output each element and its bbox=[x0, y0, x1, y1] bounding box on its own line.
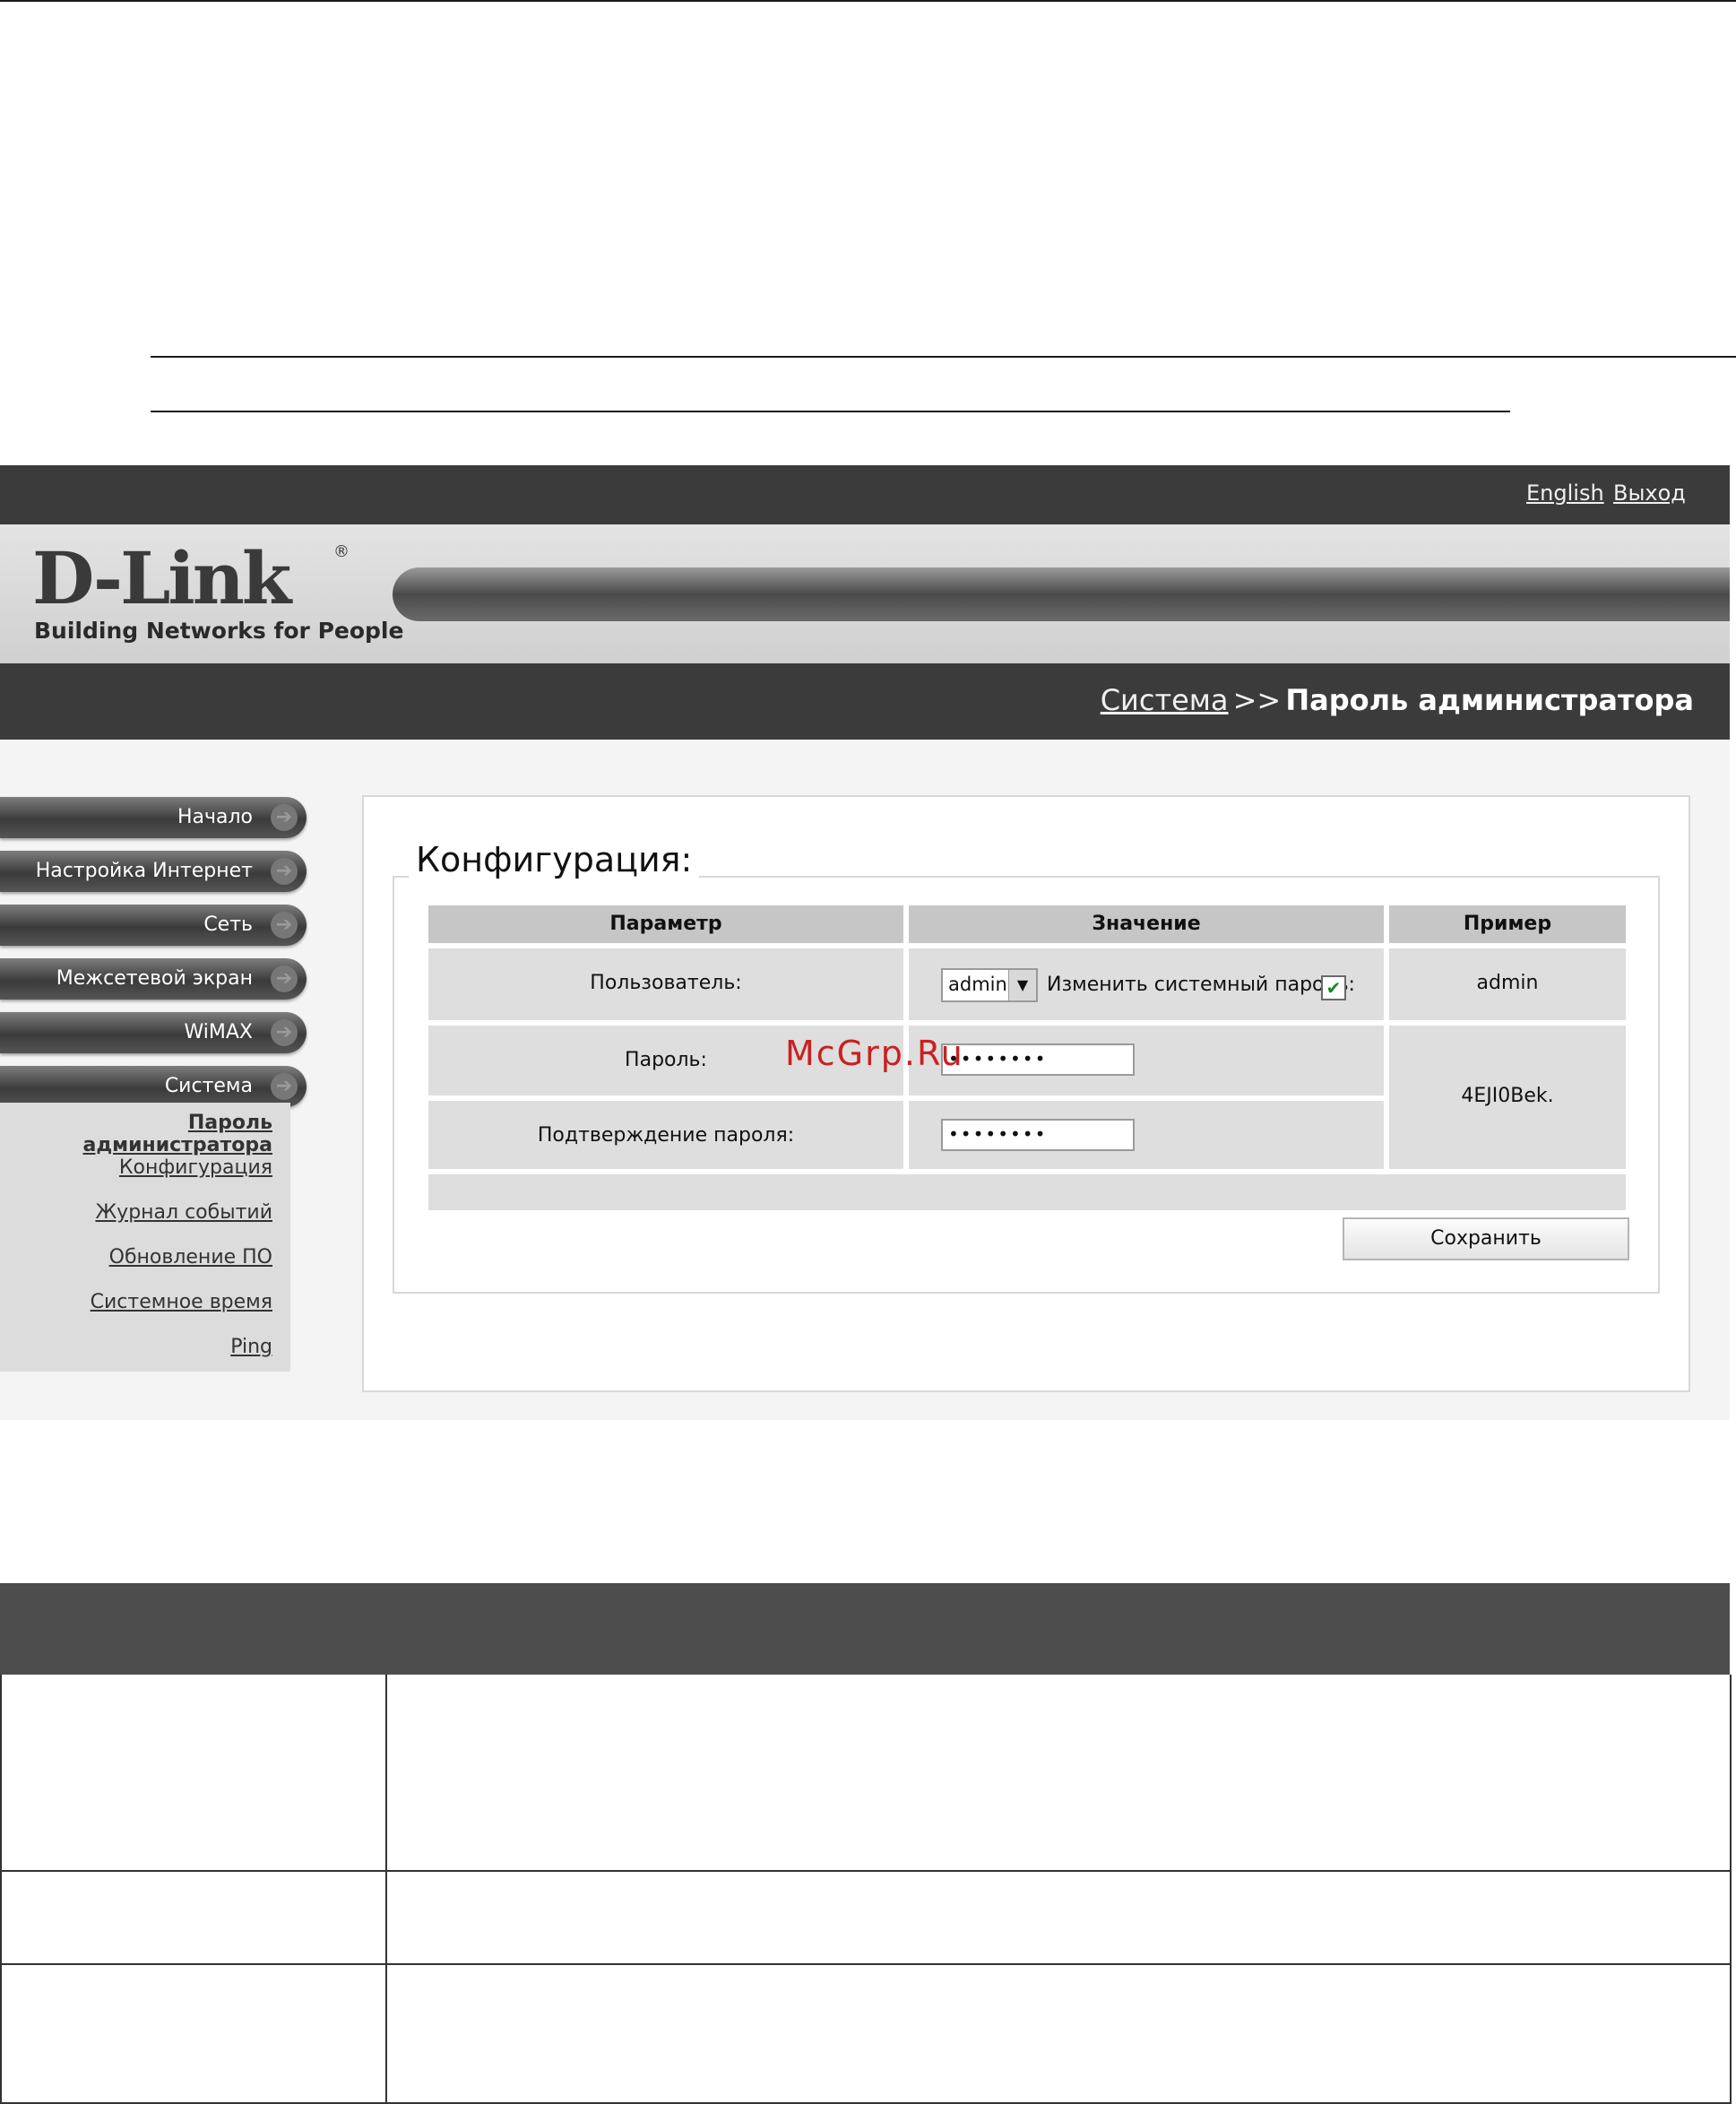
password-example-cell: 4EJI0Bek. bbox=[1389, 1026, 1626, 1169]
config-legend: Конфигурация: bbox=[409, 840, 700, 879]
header-example: Пример bbox=[1389, 905, 1626, 943]
arrow-right-icon: ➔ bbox=[271, 804, 298, 831]
user-label-cell: Пользователь: bbox=[428, 948, 903, 1020]
user-value-cell: admin ▼ Изменить системный пароль: ✔ bbox=[909, 948, 1384, 1020]
user-select[interactable]: admin ▼ bbox=[941, 968, 1038, 1002]
user-example-cell: admin bbox=[1389, 948, 1626, 1020]
submenu-ping[interactable]: Ping bbox=[230, 1336, 272, 1358]
sidebar-item-label: Межсетевой экран bbox=[56, 967, 253, 990]
header-value: Значение bbox=[909, 905, 1384, 943]
breadcrumb-parent-link[interactable]: Система bbox=[1101, 683, 1229, 717]
main-panel: Конфигурация: Параметр Значение Пример П… bbox=[362, 795, 1690, 1392]
confirm-label: Подтверждение пароля: bbox=[537, 1124, 795, 1147]
arrow-right-icon: ➔ bbox=[271, 1019, 298, 1046]
top-bar: English Выход bbox=[0, 465, 1730, 524]
change-password-checkbox[interactable]: ✔ bbox=[1321, 975, 1346, 1000]
watermark: McGrp.Ru bbox=[785, 1034, 964, 1073]
change-password-label: Изменить системный пароль: bbox=[1047, 974, 1355, 996]
document-rule bbox=[151, 411, 1510, 412]
submenu-firmware-update[interactable]: Обновление ПО bbox=[109, 1246, 272, 1268]
header-parameter: Параметр bbox=[428, 905, 903, 943]
decorative-bar bbox=[393, 567, 1730, 621]
registered-mark: ® bbox=[333, 542, 350, 561]
description-table-divider bbox=[385, 1675, 387, 2104]
dlink-logo: D-Link bbox=[32, 536, 291, 620]
sidebar-item-wimax[interactable]: WiMAX ➔ bbox=[0, 1012, 307, 1053]
sidebar-item-label: Система bbox=[164, 1075, 253, 1097]
confirm-label-cell: Подтверждение пароля: bbox=[428, 1101, 903, 1169]
table-footer-row bbox=[428, 1174, 1626, 1210]
logout-link[interactable]: Выход bbox=[1613, 481, 1686, 506]
save-button[interactable]: Сохранить bbox=[1343, 1217, 1629, 1260]
checkmark-icon: ✔ bbox=[1326, 977, 1342, 999]
user-label: Пользователь: bbox=[590, 972, 742, 994]
confirm-value-cell: •••••••• bbox=[909, 1101, 1384, 1169]
english-link[interactable]: English bbox=[1526, 481, 1604, 506]
arrow-right-icon: ➔ bbox=[271, 965, 298, 992]
confirm-password-input[interactable]: •••••••• bbox=[941, 1119, 1135, 1151]
submenu-admin-password[interactable]: Пароль администратора bbox=[0, 1112, 272, 1156]
confirm-input-value: •••••••• bbox=[948, 1123, 1048, 1145]
chevron-down-icon[interactable]: ▼ bbox=[1008, 970, 1036, 1000]
sidebar-item-internet[interactable]: Настройка Интернет ➔ bbox=[0, 851, 307, 892]
sidebar-item-label: Сеть bbox=[203, 913, 253, 936]
sidebar-item-label: WiMAX bbox=[184, 1021, 253, 1043]
sidebar-item-firewall[interactable]: Межсетевой экран ➔ bbox=[0, 958, 307, 1000]
top-rule bbox=[0, 0, 1736, 2]
page-title: Пароль администратора bbox=[1285, 683, 1694, 717]
sidebar-item-network[interactable]: Сеть ➔ bbox=[0, 905, 307, 946]
password-value-cell: •••••••• bbox=[909, 1026, 1384, 1095]
password-example: 4EJI0Bek. bbox=[1461, 1085, 1554, 1107]
logo-band: D-Link ® Building Networks for People bbox=[0, 524, 1730, 663]
user-example: admin bbox=[1476, 972, 1539, 994]
submenu-system-time[interactable]: Системное время bbox=[91, 1291, 272, 1313]
user-select-value: admin bbox=[948, 974, 1007, 995]
sidebar-item-system[interactable]: Система ➔ bbox=[0, 1066, 307, 1107]
logo-tagline: Building Networks for People bbox=[34, 618, 404, 644]
router-ui-screenshot: English Выход D-Link ® Building Networks… bbox=[0, 465, 1730, 1420]
breadcrumb: Система >> Пароль администратора bbox=[0, 663, 1730, 740]
submenu-configuration[interactable]: Конфигурация bbox=[119, 1156, 272, 1179]
sidebar-item-label: Начало bbox=[177, 806, 253, 828]
system-submenu: Пароль администратора Конфигурация Журна… bbox=[0, 1103, 290, 1372]
arrow-right-icon: ➔ bbox=[271, 858, 298, 885]
document-rule bbox=[151, 356, 1736, 358]
arrow-right-icon: ➔ bbox=[271, 1073, 298, 1100]
arrow-right-icon: ➔ bbox=[271, 912, 298, 939]
description-table-row bbox=[0, 1965, 1732, 2104]
description-table-row bbox=[0, 1675, 1732, 1872]
password-input[interactable]: •••••••• bbox=[941, 1043, 1135, 1076]
breadcrumb-separator: >> bbox=[1232, 683, 1282, 717]
submenu-event-log[interactable]: Журнал событий bbox=[95, 1201, 272, 1224]
description-table-row bbox=[0, 1872, 1732, 1965]
description-table-header bbox=[0, 1583, 1730, 1675]
sidebar-item-home[interactable]: Начало ➔ bbox=[0, 797, 307, 838]
sidebar-item-label: Настройка Интернет bbox=[35, 860, 253, 882]
